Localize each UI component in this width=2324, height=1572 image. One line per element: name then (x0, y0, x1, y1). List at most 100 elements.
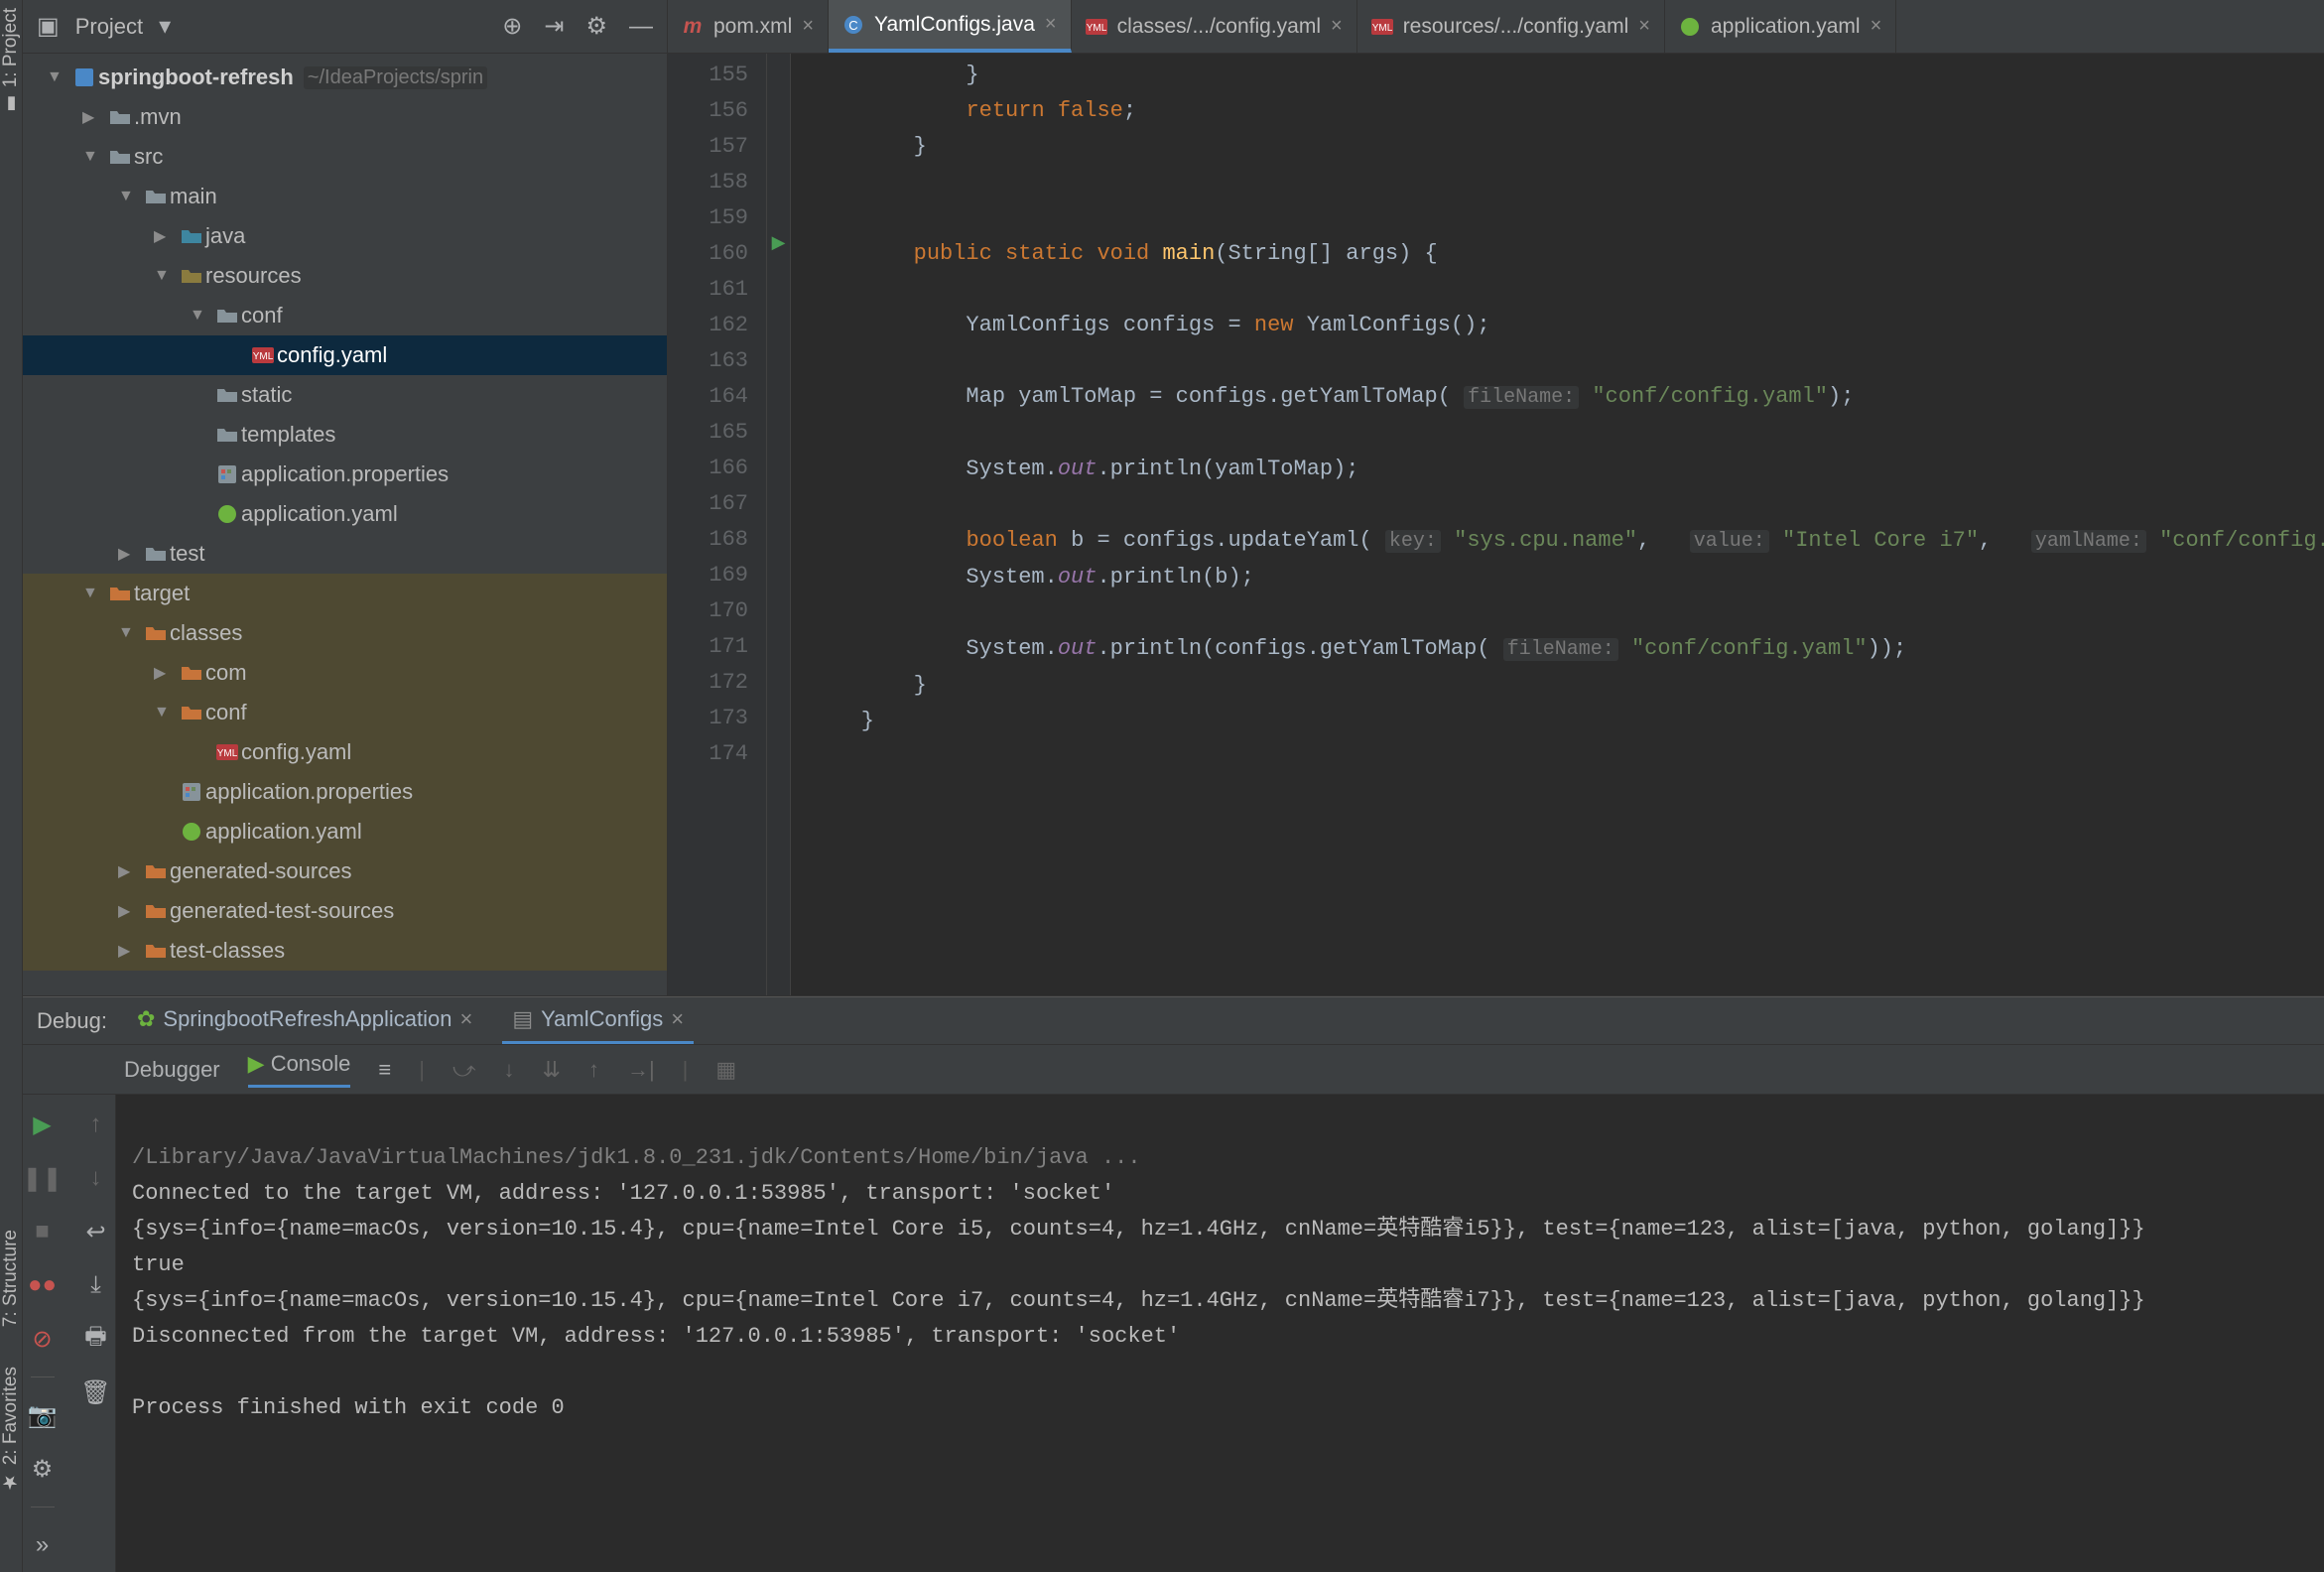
step-out-icon[interactable]: ↑ (588, 1057, 599, 1083)
tree-item[interactable]: static (23, 375, 667, 415)
console-output[interactable]: /Library/Java/JavaVirtualMachines/jdk1.8… (116, 1095, 2324, 1572)
folder-target-icon (142, 862, 170, 880)
soft-wrap-icon[interactable]: ↩ (76, 1212, 116, 1251)
scroll-end-icon[interactable]: ⤓ (76, 1265, 116, 1305)
svg-text:C: C (848, 18, 857, 33)
debugger-tab[interactable]: Debugger (124, 1057, 220, 1083)
camera-icon[interactable]: 📷 (23, 1395, 63, 1435)
tree-item[interactable]: ▼main (23, 177, 667, 216)
tree-item[interactable]: templates (23, 415, 667, 455)
tree-item[interactable]: ▼classes (23, 613, 667, 653)
up-icon[interactable]: ↑ (76, 1105, 116, 1144)
mute-breakpoints-icon[interactable]: ⊘ (23, 1319, 63, 1359)
chevron-down-icon[interactable]: ▾ (153, 12, 177, 41)
tree-item[interactable]: YMLconfig.yaml (23, 335, 667, 375)
tree-item[interactable]: ▼resources (23, 256, 667, 296)
tree-item[interactable]: application.properties (23, 772, 667, 812)
gear-icon[interactable]: ⚙ (580, 12, 613, 41)
debug-config-tab-2[interactable]: ▤ YamlConfigs × (502, 997, 694, 1044)
tree-item[interactable]: ▼conf (23, 296, 667, 335)
module-icon (70, 66, 98, 88)
run-icon[interactable]: ▶ (767, 232, 790, 253)
close-icon[interactable]: × (1638, 15, 1650, 38)
tree-item[interactable]: ▶com (23, 653, 667, 693)
close-icon[interactable]: × (459, 1006, 472, 1032)
locate-icon[interactable]: ⊕ (496, 12, 528, 41)
tree-item[interactable]: application.yaml (23, 812, 667, 852)
class-icon: C (842, 14, 864, 36)
pause-icon[interactable]: ❚❚ (23, 1158, 63, 1198)
tree-item[interactable]: application.properties (23, 455, 667, 494)
project-tool-button[interactable]: ▮1: Project (0, 8, 22, 114)
debug-config-tab-1[interactable]: ✿ SpringbootRefreshApplication × (127, 997, 482, 1044)
svg-text:YML: YML (253, 351, 274, 362)
yaml-icon: YML (1086, 16, 1107, 38)
folder-target-icon (178, 664, 205, 682)
clear-icon[interactable]: 🗑 (76, 1373, 116, 1412)
folder-res-icon (178, 267, 205, 285)
editor-tab[interactable]: YMLresources/.../config.yaml× (1357, 0, 1665, 53)
folder-icon (142, 545, 170, 563)
tree-item[interactable]: ▶generated-sources (23, 852, 667, 891)
hide-icon[interactable]: — (623, 13, 659, 41)
tree-item[interactable]: ▶.mvn (23, 97, 667, 137)
step-into-icon[interactable]: ↓ (504, 1057, 515, 1083)
tree-item[interactable]: ▶java (23, 216, 667, 256)
threads-icon[interactable]: ≡ (378, 1057, 391, 1083)
editor-tab[interactable]: YMLclasses/.../config.yaml× (1072, 0, 1357, 53)
tree-item[interactable]: ▼src (23, 137, 667, 177)
project-panel: ▣ Project ▾ ⊕ ⇥ ⚙ — ▼ springboot-refresh… (23, 0, 668, 995)
folder-icon (106, 108, 134, 126)
editor-area: mpom.xml×CYamlConfigs.java×YMLclasses/..… (668, 0, 2324, 995)
project-view-icon[interactable]: ▣ (31, 12, 65, 41)
more-icon[interactable]: » (23, 1525, 63, 1565)
structure-tool-button[interactable]: 7: Structure (0, 1230, 22, 1327)
folder-icon (106, 148, 134, 166)
close-icon[interactable]: × (1331, 15, 1343, 38)
debug-title: Debug: (37, 1008, 107, 1034)
close-icon[interactable]: × (802, 15, 814, 38)
tree-item[interactable]: application.yaml (23, 494, 667, 534)
breakpoints-icon[interactable]: ●● (23, 1265, 63, 1305)
stop-icon[interactable]: ■ (23, 1212, 63, 1251)
spring-icon: ✿ (137, 1006, 155, 1032)
tree-item[interactable]: ▼target (23, 574, 667, 613)
editor-tab[interactable]: application.yaml× (1665, 0, 1896, 53)
print-icon[interactable]: 🖶 (76, 1319, 116, 1359)
svg-text:YML: YML (1086, 23, 1106, 34)
folder-target-icon (142, 942, 170, 960)
step-over-icon[interactable]: ⤻ (452, 1057, 476, 1083)
run-to-cursor-icon[interactable]: →| (627, 1057, 655, 1083)
favorites-tool-button[interactable]: ★2: Favorites (0, 1367, 22, 1493)
force-step-icon[interactable]: ⇊ (543, 1057, 561, 1083)
tree-item[interactable]: ▶test-classes (23, 931, 667, 971)
tree-item[interactable]: ▼conf (23, 693, 667, 732)
console-tab[interactable]: ▶ Console (248, 1051, 351, 1088)
yaml-icon: YML (249, 345, 277, 365)
folder-icon (213, 307, 241, 325)
close-icon[interactable]: × (1871, 15, 1882, 38)
project-panel-header: ▣ Project ▾ ⊕ ⇥ ⚙ — (23, 0, 667, 54)
collapse-icon[interactable]: ⇥ (538, 12, 570, 41)
tree-item[interactable]: YMLconfig.yaml (23, 732, 667, 772)
tree-item[interactable]: ▶generated-test-sources (23, 891, 667, 931)
project-tree[interactable]: ▼ springboot-refresh ~/IdeaProjects/spri… (23, 54, 667, 995)
rerun-icon[interactable]: ▶ (23, 1105, 63, 1144)
settings-icon[interactable]: ⚙ (23, 1449, 63, 1489)
code-editor[interactable]: } return false; } public static void mai… (791, 54, 2324, 995)
line-gutter[interactable]: 155 156 157 158 159 160 161 162 163 164 … (668, 54, 767, 995)
folder-target-icon (142, 902, 170, 920)
down-icon[interactable]: ↓ (76, 1158, 116, 1198)
tree-root[interactable]: ▼ springboot-refresh ~/IdeaProjects/spri… (23, 58, 667, 97)
props-icon (213, 464, 241, 484)
editor-tab[interactable]: CYamlConfigs.java× (829, 0, 1072, 53)
close-icon[interactable]: × (671, 1006, 684, 1032)
tree-item[interactable]: ▶test (23, 534, 667, 574)
app-icon: ▤ (512, 1006, 533, 1032)
evaluate-icon[interactable]: ▦ (715, 1057, 736, 1083)
svg-text:YML: YML (217, 748, 238, 759)
marker-gutter: ▶ (767, 54, 791, 995)
folder-target-icon (142, 624, 170, 642)
close-icon[interactable]: × (1045, 13, 1057, 36)
editor-tab[interactable]: mpom.xml× (668, 0, 829, 53)
